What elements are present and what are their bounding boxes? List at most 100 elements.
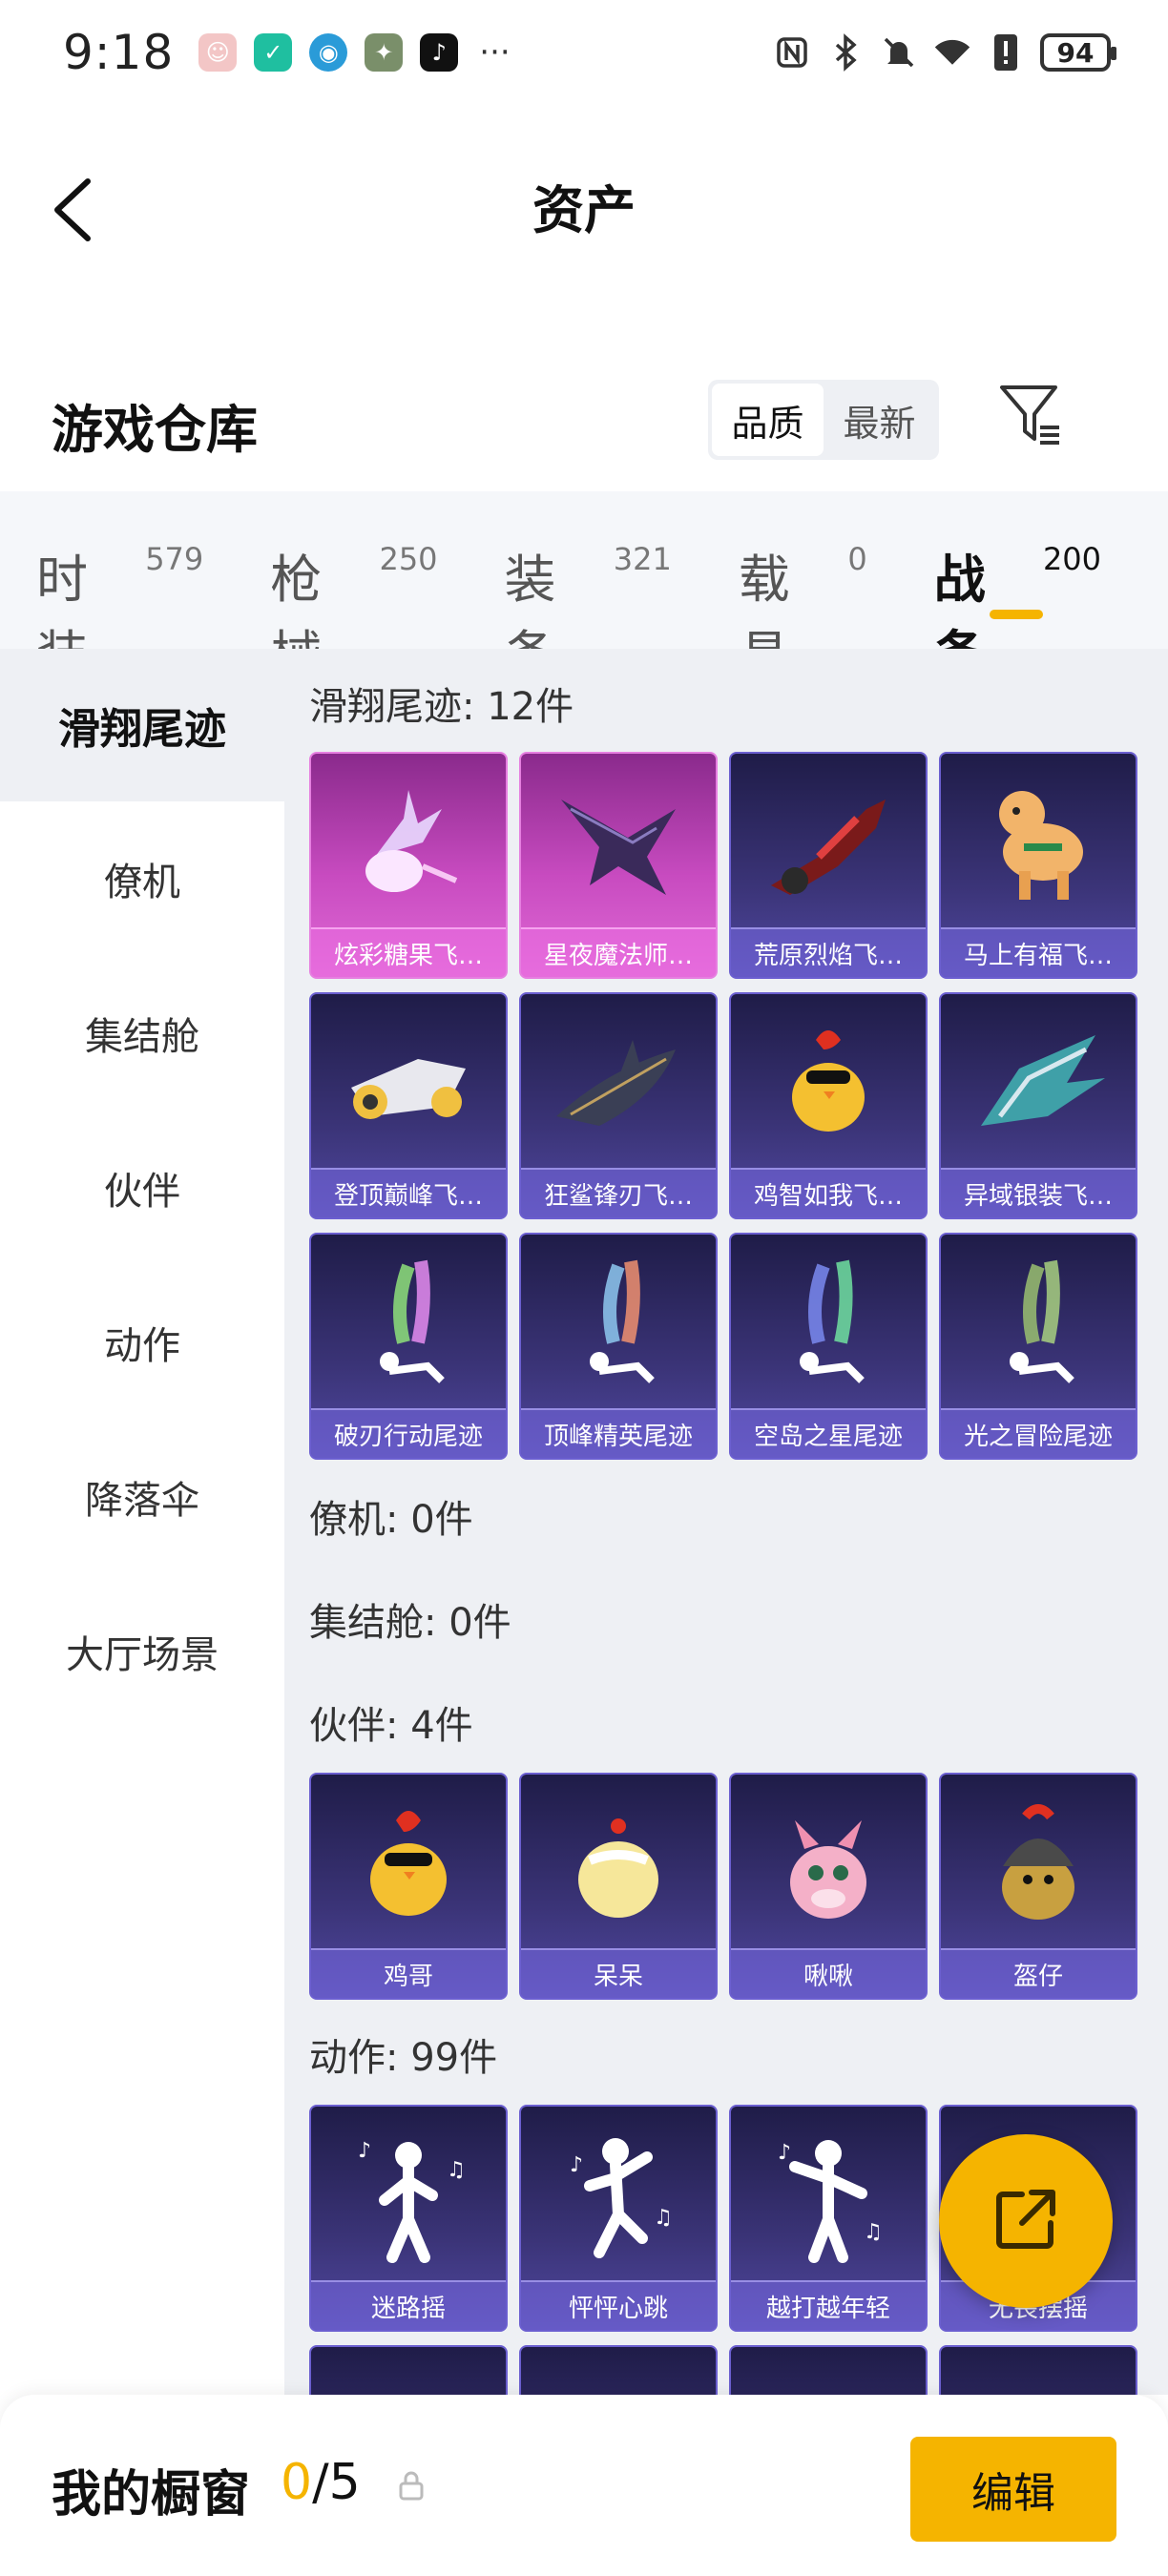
side-item-partner[interactable]: 伙伴 <box>0 1111 284 1265</box>
warehouse-row: 游戏仓库 品质 最新 <box>0 363 1168 477</box>
item-card[interactable]: 顶峰精英尾迹 <box>519 1233 718 1460</box>
daidai-image <box>521 1775 716 1952</box>
silver-armor-trail-image <box>941 994 1136 1172</box>
dance-pose-image: ♪ ♫ <box>731 2107 926 2284</box>
status-bar: 9:18 ☺ ✓ ◉ ✦ ♪ ··· 94 <box>0 0 1168 105</box>
notification-icons: ☺ ✓ ◉ ✦ ♪ ··· <box>198 33 511 72</box>
side-item-assembly-pod[interactable]: 集结舱 <box>0 956 284 1111</box>
svg-text:♪: ♪ <box>358 2139 371 2163</box>
tab-count: 200 <box>1042 541 1102 577</box>
item-card[interactable]: 鸡智如我飞… <box>729 992 928 1219</box>
item-card[interactable] <box>939 2345 1137 2395</box>
partner-grid: 鸡哥 呆呆 啾啾 盔仔 <box>309 1773 1137 2000</box>
showcase-current: 0 <box>281 2454 313 2511</box>
item-name: 异域银装飞… <box>941 1168 1136 1217</box>
item-card[interactable]: 盔仔 <box>939 1773 1137 2000</box>
sort-toggle: 品质 最新 <box>708 380 939 460</box>
item-name: 空岛之星尾迹 <box>731 1408 926 1458</box>
item-name: 星夜魔法师… <box>521 927 716 977</box>
candy-trail-image <box>311 754 506 931</box>
item-name: 炫彩糖果飞… <box>311 927 506 977</box>
tab-count: 579 <box>145 541 204 577</box>
item-card[interactable]: 鸡哥 <box>309 1773 508 2000</box>
item-card[interactable]: 狂鲨锋刃飞… <box>519 992 718 1219</box>
night-wizard-trail-image <box>521 754 716 931</box>
status-time: 9:18 <box>63 25 175 80</box>
tab-count: 0 <box>847 541 867 577</box>
item-name: 迷路摇 <box>311 2280 506 2330</box>
bluetooth-icon <box>826 33 865 72</box>
section-heading-partner: 伙伴: 4件 <box>309 1704 473 1748</box>
item-image <box>731 2347 926 2395</box>
helmet-buddy-image <box>941 1775 1136 1952</box>
tiktok-app-icon: ♪ <box>420 33 459 72</box>
sort-newest-button[interactable]: 最新 <box>824 384 935 456</box>
smoke-trail-image <box>311 1235 506 1412</box>
showcase-bar: 我的橱窗 0/5 编辑 <box>0 2395 1168 2576</box>
tab-count: 250 <box>379 541 438 577</box>
side-nav: 滑翔尾迹 僚机 集结舱 伙伴 动作 降落伞 大厅场景 <box>0 649 284 2395</box>
summit-peak-trail-image <box>311 994 506 1172</box>
item-card[interactable]: ♪ ♫ 怦怦心跳 <box>519 2105 718 2332</box>
back-arrow-icon[interactable] <box>46 172 103 248</box>
side-item-action[interactable]: 动作 <box>0 1265 284 1420</box>
item-card[interactable]: ♪ ♫ 越打越年轻 <box>729 2105 928 2332</box>
showcase-count: 0/5 <box>281 2454 361 2511</box>
item-card[interactable]: 荒原烈焰飞… <box>729 752 928 979</box>
dance-pose-image: ♪ ♫ <box>521 2107 716 2284</box>
smoke-trail-image <box>521 1235 716 1412</box>
item-name: 越打越年轻 <box>731 2280 926 2330</box>
item-card[interactable]: 光之冒险尾迹 <box>939 1233 1137 1460</box>
item-card[interactable]: 破刃行动尾迹 <box>309 1233 508 1460</box>
warehouse-title: 游戏仓库 <box>52 400 258 460</box>
item-name: 荒原烈焰飞… <box>731 927 926 977</box>
item-card[interactable] <box>729 2345 928 2395</box>
shield-app-icon: ✓ <box>254 33 293 72</box>
item-card[interactable]: 异域银装飞… <box>939 992 1137 1219</box>
lock-icon <box>395 2469 428 2502</box>
page-title: 资产 <box>532 179 636 240</box>
edit-button[interactable]: 编辑 <box>910 2437 1116 2542</box>
item-card[interactable] <box>519 2345 718 2395</box>
browser-app-icon: ◉ <box>309 33 348 72</box>
item-card[interactable] <box>309 2345 508 2395</box>
svg-text:♫: ♫ <box>864 2220 883 2244</box>
item-image <box>521 2347 716 2395</box>
item-card[interactable]: 空岛之星尾迹 <box>729 1233 928 1460</box>
category-tabs: 时装 579 枪械 250 装备 321 载具 0 战备 200 <box>0 491 1168 685</box>
wifi-icon <box>933 33 971 72</box>
item-card[interactable]: 星夜魔法师… <box>519 752 718 979</box>
item-image <box>311 2347 506 2395</box>
item-card[interactable]: 马上有福飞… <box>939 752 1137 979</box>
item-list: 滑翔尾迹: 12件 炫彩糖果飞… 星夜魔法师… 荒原烈焰飞… 马上有福飞… 登顶… <box>284 649 1168 2395</box>
item-card[interactable]: 呆呆 <box>519 1773 718 2000</box>
item-card[interactable]: 啾啾 <box>729 1773 928 2000</box>
item-card[interactable]: 炫彩糖果飞… <box>309 752 508 979</box>
showcase-separator: / <box>312 2454 329 2511</box>
item-name: 破刃行动尾迹 <box>311 1408 506 1458</box>
item-card[interactable]: ♪ ♫ 迷路摇 <box>309 2105 508 2332</box>
sort-quality-button[interactable]: 品质 <box>712 384 824 456</box>
item-name: 马上有福飞… <box>941 927 1136 977</box>
more-notifications-icon: ··· <box>479 33 511 72</box>
side-item-wingman[interactable]: 僚机 <box>0 801 284 956</box>
item-name: 登顶巅峰飞… <box>311 1168 506 1217</box>
showcase-title: 我的橱窗 <box>52 2466 251 2524</box>
share-button[interactable] <box>939 2134 1113 2308</box>
item-card[interactable]: 登顶巅峰飞… <box>309 992 508 1219</box>
item-name: 顶峰精英尾迹 <box>521 1408 716 1458</box>
tab-count: 321 <box>613 541 672 577</box>
section-heading-action: 动作: 99件 <box>309 2036 498 2080</box>
svg-text:♫: ♫ <box>654 2206 673 2230</box>
side-item-lobby-scene[interactable]: 大厅场景 <box>0 1574 284 1729</box>
page-header: 资产 <box>0 134 1168 277</box>
filter-icon[interactable] <box>996 380 1067 450</box>
side-item-parachute[interactable]: 降落伞 <box>0 1420 284 1574</box>
active-tab-indicator <box>989 610 1043 619</box>
item-name: 鸡哥 <box>311 1948 506 1998</box>
side-item-glide-trail[interactable]: 滑翔尾迹 <box>0 649 284 801</box>
lucky-horse-trail-image <box>941 754 1136 931</box>
mute-bell-icon <box>880 33 918 72</box>
item-image <box>941 2347 1136 2395</box>
item-name: 鸡智如我飞… <box>731 1168 926 1217</box>
